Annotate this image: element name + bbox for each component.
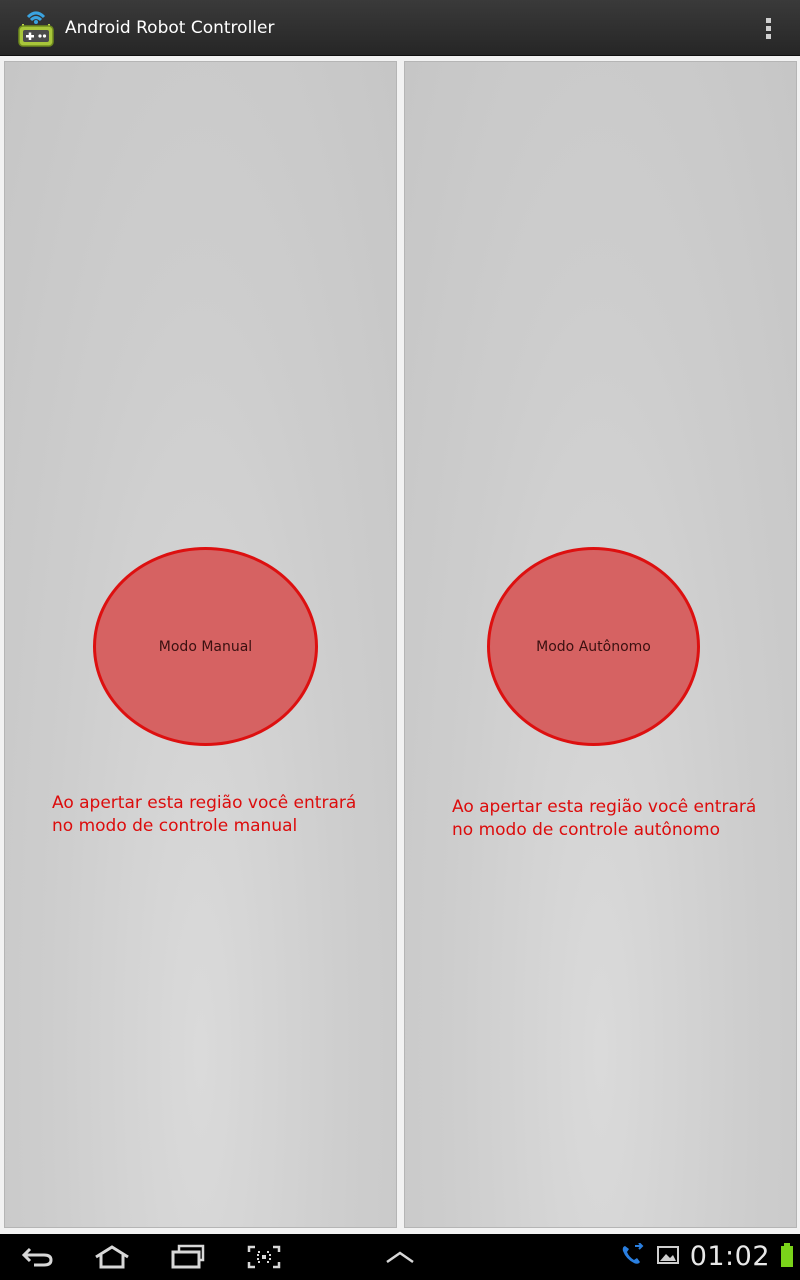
manual-mode-region[interactable]: Modo Manual Ao apertar esta região você …: [4, 61, 397, 1228]
manual-mode-hint: Ao apertar esta região você entrará no m…: [52, 792, 356, 838]
autonomous-mode-button[interactable]: Modo Autônomo: [487, 547, 700, 746]
autonomous-hint-line-1: Ao apertar esta região você entrará: [452, 797, 757, 817]
content-area: Modo Manual Ao apertar esta região você …: [0, 56, 800, 1234]
home-icon[interactable]: [88, 1239, 136, 1275]
manual-hint-line-1: Ao apertar esta região você entrará: [52, 793, 357, 813]
back-icon[interactable]: [14, 1239, 62, 1275]
menu-dot: [765, 33, 771, 39]
status-area: 01:02: [620, 1234, 794, 1280]
app-title: Android Robot Controller: [65, 18, 275, 38]
autonomous-mode-label: Modo Autônomo: [536, 638, 651, 655]
manual-mode-label: Modo Manual: [158, 638, 253, 655]
menu-dot: [765, 17, 771, 23]
system-nav-bar: 01:02: [0, 1234, 800, 1280]
autonomous-mode-region[interactable]: Modo Autônomo Ao apertar esta região voc…: [404, 61, 797, 1228]
menu-dot: [765, 25, 771, 31]
gallery-icon: [656, 1244, 680, 1270]
expand-up-icon[interactable]: [376, 1239, 424, 1275]
manual-hint-line-2: no modo de controle manual: [52, 816, 298, 836]
screen-capture-icon[interactable]: [240, 1239, 288, 1275]
recent-apps-icon[interactable]: [164, 1239, 212, 1275]
clock: 01:02: [689, 1241, 770, 1272]
manual-mode-button[interactable]: Modo Manual: [93, 547, 318, 746]
battery-icon: [780, 1242, 794, 1272]
phone-call-icon: [620, 1242, 646, 1271]
action-bar: Android Robot Controller: [0, 0, 800, 56]
overflow-menu-icon[interactable]: [752, 8, 784, 48]
autonomous-mode-hint: Ao apertar esta região você entrará no m…: [452, 796, 756, 842]
robot-gamepad-icon[interactable]: [16, 8, 56, 48]
autonomous-hint-line-2: no modo de controle autônomo: [452, 820, 720, 840]
